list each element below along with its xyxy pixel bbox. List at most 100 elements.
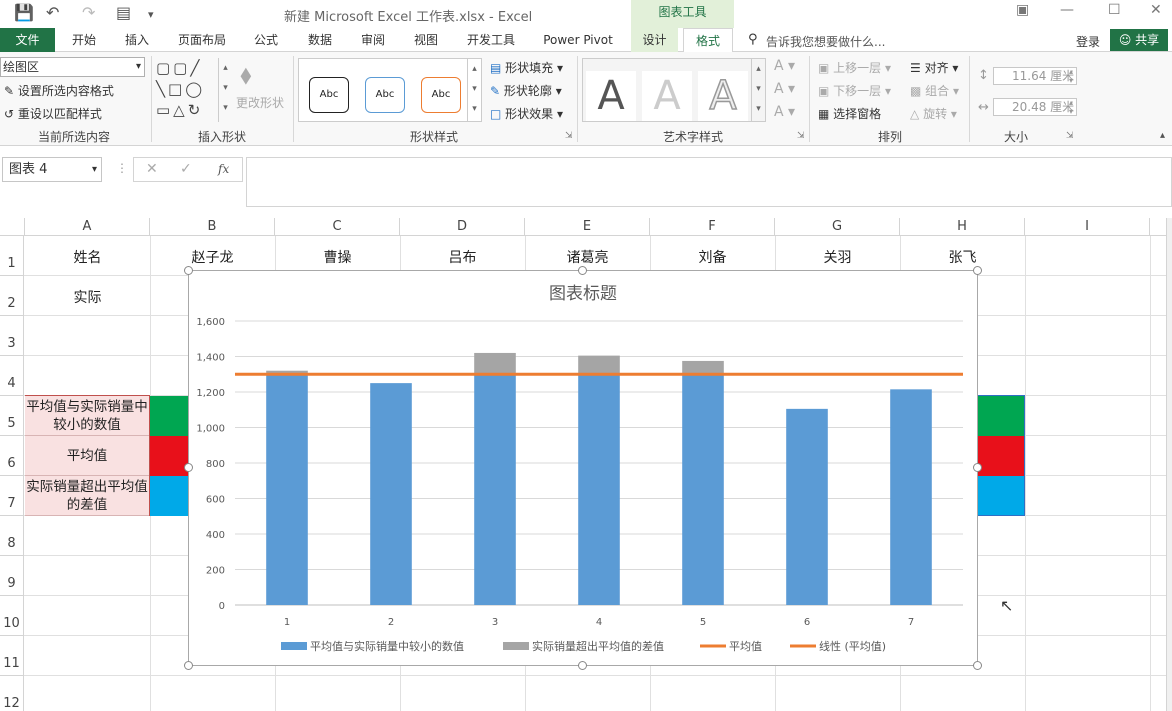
x-tick-label[interactable]: 7: [908, 617, 914, 628]
chart-element-dropdown[interactable]: 绘图区 ▾: [0, 57, 145, 77]
select-all-corner[interactable]: [0, 218, 25, 236]
wordart-style-3[interactable]: A: [698, 71, 748, 121]
column-header-e[interactable]: E: [525, 218, 650, 236]
row-header-9[interactable]: 9: [0, 556, 24, 596]
cell-h1[interactable]: 张飞: [900, 247, 1025, 267]
legend-label[interactable]: 实际销量超出平均值的差值: [532, 639, 664, 653]
column-header-i[interactable]: I: [1025, 218, 1150, 236]
tab-home[interactable]: 开始: [62, 28, 106, 52]
cell-e1[interactable]: 诸葛亮: [525, 247, 650, 267]
x-tick-label[interactable]: 4: [596, 617, 602, 628]
column-header-h[interactable]: H: [900, 218, 1025, 236]
change-shape-button[interactable]: 更改形状: [236, 94, 284, 111]
tab-view[interactable]: 视图: [404, 28, 448, 52]
y-tick-label[interactable]: 1,000: [196, 424, 225, 435]
cell-a1[interactable]: 姓名: [25, 247, 150, 267]
width-input[interactable]: 20.48 厘米 ▴ ▾: [993, 98, 1077, 116]
resize-handle[interactable]: [578, 661, 587, 670]
align-button[interactable]: ☰ 对齐 ▾: [910, 59, 958, 76]
row-header-7[interactable]: 7: [0, 476, 24, 516]
cell-c1[interactable]: 曹操: [275, 247, 400, 267]
bar-excess[interactable]: [474, 352, 516, 375]
row-header-5[interactable]: 5: [0, 396, 24, 436]
cell-a6[interactable]: 平均值: [25, 436, 149, 476]
save-icon[interactable]: 💾: [14, 3, 34, 22]
x-tick-label[interactable]: 3: [492, 617, 498, 628]
tab-formulas[interactable]: 公式: [244, 28, 288, 52]
qat-customize-icon[interactable]: ▾: [148, 8, 154, 21]
legend-swatch[interactable]: [281, 642, 307, 650]
x-tick-label[interactable]: 5: [700, 617, 706, 628]
chevron-down-icon[interactable]: ▾: [92, 158, 97, 181]
rotate-button[interactable]: △ 旋转 ▾: [910, 105, 957, 122]
cell-a7[interactable]: 实际销量超出平均值的差值: [25, 476, 149, 516]
tab-format[interactable]: 格式: [683, 28, 733, 53]
tab-insert[interactable]: 插入: [115, 28, 159, 52]
chart-area[interactable]: 图表标题 0 200 400 600 800 1,000 1,200 1,400 1,600 1 2…: [184, 266, 982, 670]
reset-style-button[interactable]: ↺ 重设以匹配样式: [4, 105, 102, 122]
bar-excess[interactable]: [578, 355, 620, 375]
x-tick-label[interactable]: 1: [284, 617, 290, 628]
wordart-style-1[interactable]: A: [586, 71, 636, 121]
dialog-launcher-icon[interactable]: ⇲: [565, 131, 573, 141]
x-tick-label[interactable]: 2: [388, 617, 394, 628]
collapse-ribbon-icon[interactable]: ▴: [1160, 130, 1165, 141]
y-tick-label[interactable]: 800: [206, 459, 225, 470]
form-icon[interactable]: ▤: [116, 3, 131, 22]
column-header-d[interactable]: D: [400, 218, 525, 236]
share-button[interactable]: ☺ 共享: [1110, 29, 1168, 51]
chart-title[interactable]: 图表标题: [549, 284, 617, 304]
row-header-2[interactable]: 2: [0, 276, 24, 316]
group-button[interactable]: ▩ 组合 ▾: [910, 82, 959, 99]
shape-style-blue[interactable]: Abc: [365, 77, 405, 113]
shape-fill-button[interactable]: ▤ 形状填充 ▾: [490, 59, 563, 76]
tab-power-pivot[interactable]: Power Pivot: [534, 28, 622, 52]
tab-design[interactable]: 设计: [631, 28, 678, 52]
y-tick-label[interactable]: 600: [206, 495, 225, 506]
cell-d1[interactable]: 吕布: [400, 247, 525, 267]
wordart-scroll[interactable]: ▴ ▾ ▾: [751, 59, 765, 121]
shape-outline-button[interactable]: ✎ 形状轮廓 ▾: [490, 82, 562, 99]
y-tick-label[interactable]: 400: [206, 530, 225, 541]
format-selection-button[interactable]: ✎ 设置所选内容格式: [4, 82, 114, 99]
cancel-icon[interactable]: ✕: [146, 161, 158, 177]
chart-svg[interactable]: 图表标题 0 200 400 600 800 1,000 1,200 1,400 1,600 1 2…: [189, 271, 977, 665]
text-outline-icon[interactable]: A ▾: [774, 81, 795, 97]
selection-pane-button[interactable]: ▦ 选择窗格: [818, 105, 881, 122]
cell-a5[interactable]: 平均值与实际销量中较小的数值: [25, 396, 149, 436]
row-header-3[interactable]: 3: [0, 316, 24, 356]
bar-base[interactable]: [370, 383, 412, 605]
row-header-8[interactable]: 8: [0, 516, 24, 556]
bar-excess[interactable]: [682, 360, 724, 375]
row-header-12[interactable]: 12: [0, 676, 24, 711]
undo-icon[interactable]: ↶: [46, 3, 59, 22]
wordart-style-2[interactable]: A: [642, 71, 692, 121]
shape-style-gallery[interactable]: Abc Abc Abc ▴ ▾ ▾: [298, 58, 482, 122]
y-tick-label[interactable]: 1,200: [196, 388, 225, 399]
name-box[interactable]: 图表 4 ▾: [2, 157, 102, 182]
bar-base[interactable]: [890, 389, 932, 605]
legend-label[interactable]: 线性 (平均值): [819, 639, 886, 653]
row-header-10[interactable]: 10: [0, 596, 24, 636]
tab-developer[interactable]: 开发工具: [458, 28, 524, 52]
y-tick-label[interactable]: 200: [206, 566, 225, 577]
maximize-icon[interactable]: ☐: [1108, 2, 1121, 18]
minimize-icon[interactable]: —: [1060, 2, 1074, 18]
cell-b1[interactable]: 赵子龙: [150, 247, 275, 267]
vertical-scrollbar[interactable]: [1166, 218, 1172, 711]
height-input[interactable]: 11.64 厘米 ▴ ▾: [993, 67, 1077, 85]
bar-base[interactable]: [682, 374, 724, 605]
confirm-icon[interactable]: ✓: [180, 161, 192, 177]
send-backward-button[interactable]: ▣ 下移一层 ▾: [818, 82, 891, 99]
resize-handle[interactable]: [184, 463, 193, 472]
row-header-1[interactable]: 1: [0, 236, 24, 276]
tab-review[interactable]: 审阅: [351, 28, 395, 52]
y-tick-label[interactable]: 1,400: [196, 353, 225, 364]
shape-gallery-scroll[interactable]: ▴ ▾ ▾: [218, 58, 232, 122]
legend-label[interactable]: 平均值: [729, 640, 762, 653]
legend-label[interactable]: 平均值与实际销量中较小的数值: [310, 639, 464, 653]
resize-handle[interactable]: [184, 266, 193, 275]
cell-f1[interactable]: 刘备: [650, 247, 775, 267]
insert-function-icon[interactable]: fx: [218, 162, 229, 176]
dialog-launcher-icon[interactable]: ⇲: [797, 131, 805, 141]
